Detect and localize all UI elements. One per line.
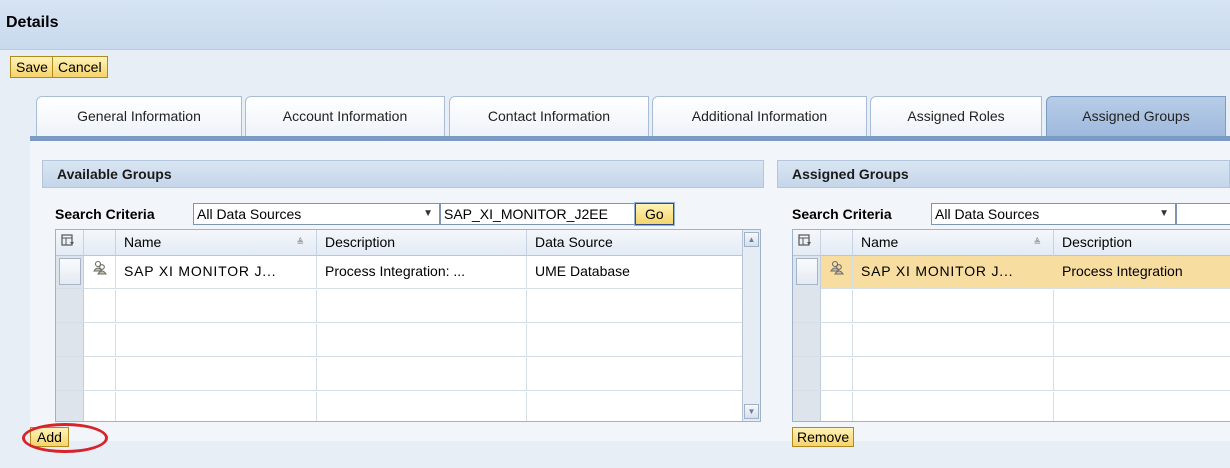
table-row-selected[interactable]: SAP XI MONITOR J... Process Integration [821,256,1230,289]
go-button[interactable]: Go [634,202,675,226]
cell-description: Process Integration: ... [317,256,527,289]
assigned-source-select-value: All Data Sources [935,206,1040,222]
icon-column-header [84,230,116,256]
table-row-empty [793,324,1230,357]
empty-cell [317,324,527,357]
empty-cell [853,392,1054,421]
save-button[interactable]: Save [10,56,54,78]
empty-cell [84,392,116,421]
available-source-select-value: All Data Sources [197,206,302,222]
empty-cell [317,392,527,421]
group-icon [821,256,853,289]
empty-cell [116,392,317,421]
assigned-search-label: Search Criteria [792,206,892,222]
available-search-label: Search Criteria [55,206,155,222]
empty-cell [116,358,317,391]
empty-cell [853,324,1054,357]
tab-assigned-groups[interactable]: Assigned Groups [1046,96,1226,136]
available-groups-table: Name ≜ Description Data Source SAP XI MO… [55,229,761,422]
group-icon [84,256,116,289]
table-settings-icon[interactable] [793,230,821,256]
assigned-groups-table: Name ≜ Description SAP XI MONITOR J... P… [792,229,1230,422]
cell-description: Process Integration [1062,263,1183,279]
column-header-description[interactable]: Description [317,230,527,256]
tab-account-information[interactable]: Account Information [245,96,445,136]
empty-cell [84,358,116,391]
column-header-name-label: Name [124,234,162,250]
table-row-empty [793,392,1230,421]
row-selector[interactable] [796,258,818,285]
empty-cell [317,290,527,323]
table-row-empty [793,358,1230,391]
empty-cell [821,324,853,357]
chevron-down-icon: ▼ [1159,208,1169,219]
assigned-source-select[interactable]: All Data Sources ▼ [931,203,1176,225]
table-row-empty [56,358,742,391]
column-header-name[interactable]: Name ≜ [853,230,1054,256]
tab-additional-information[interactable]: Additional Information [652,96,867,136]
empty-cell [853,358,1054,391]
column-header-data-source[interactable]: Data Source [527,230,742,256]
sort-icon[interactable]: ≜ [1033,230,1041,255]
details-header: Details [0,0,1230,50]
scroll-up-icon[interactable]: ▲ [744,232,759,247]
cell-name: SAP XI MONITOR J... [116,256,317,289]
available-table-header: Name ≜ Description Data Source [56,230,742,256]
empty-cell [116,324,317,357]
cell-name: SAP XI MONITOR J... [853,256,1054,289]
table-row[interactable]: SAP XI MONITOR J... Process Integration:… [56,256,742,289]
empty-cell [821,392,853,421]
empty-cell [116,290,317,323]
page-title: Details [6,14,59,31]
table-row-empty [793,290,1230,323]
empty-cell [853,290,1054,323]
column-header-name[interactable]: Name ≜ [116,230,317,256]
remove-button[interactable]: Remove [792,427,855,447]
icon-column-header [821,230,853,256]
tab-general-information[interactable]: General Information [36,96,242,136]
available-source-select[interactable]: All Data Sources ▼ [193,203,440,225]
empty-cell [821,290,853,323]
scroll-down-icon[interactable]: ▼ [744,404,759,419]
available-groups-header: Available Groups [42,160,764,188]
assigned-groups-header: Assigned Groups [777,160,1230,188]
assigned-table-header: Name ≜ Description [793,230,1230,256]
table-row-empty [56,324,742,357]
table-settings-icon[interactable] [56,230,84,256]
column-header-name-label: Name [861,234,899,250]
tab-assigned-roles[interactable]: Assigned Roles [870,96,1042,136]
column-header-description[interactable]: Description [1054,230,1230,256]
empty-cell [84,324,116,357]
empty-cell [84,290,116,323]
cell-data-source: UME Database [535,263,630,279]
available-search-input[interactable]: SAP_XI_MONITOR_J2EE [440,203,635,225]
tab-contact-information[interactable]: Contact Information [449,96,649,136]
cancel-button[interactable]: Cancel [52,56,108,78]
table-row-empty [56,290,742,323]
empty-cell [821,358,853,391]
empty-cell [317,358,527,391]
add-button[interactable]: Add [30,427,69,447]
sort-icon[interactable]: ≜ [296,230,304,255]
table-row-empty [56,392,742,421]
vertical-scrollbar[interactable]: ▲ ▼ [742,230,760,421]
assigned-search-input[interactable] [1176,203,1230,225]
chevron-down-icon: ▼ [423,208,433,219]
